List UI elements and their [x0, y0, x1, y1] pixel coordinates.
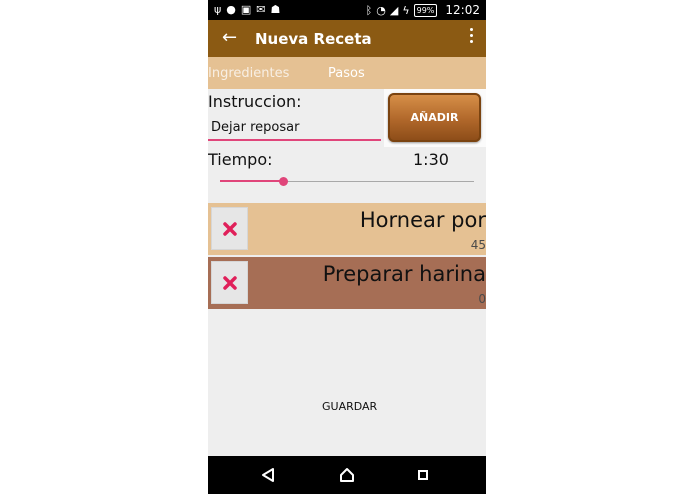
step-item[interactable]: Preparar harina 0 [208, 257, 486, 309]
android-icon: ☗ [270, 3, 281, 16]
usb-icon: ψ [214, 3, 222, 16]
nav-back-icon[interactable] [261, 467, 275, 483]
step-item[interactable]: Hornear por 45 [208, 203, 486, 255]
tiempo-value: 1:30 [413, 150, 449, 169]
close-icon [222, 221, 237, 236]
bluetooth-icon: ᛒ [365, 3, 373, 17]
system-icons: ᛒ ◔ ◢ ϟ 99% 12:02 [366, 3, 480, 17]
image-icon: ▣ [240, 3, 252, 16]
step-time: 45 [470, 238, 486, 252]
save-button[interactable]: GUARDAR [322, 400, 377, 413]
tab-pasos[interactable]: Pasos [328, 66, 365, 81]
clock: 12:02 [445, 3, 480, 17]
instruccion-underline [208, 139, 381, 141]
mail-icon: ✉ [256, 3, 266, 16]
delete-step-button[interactable] [211, 207, 248, 250]
add-step-button[interactable]: AÑADIR [388, 93, 481, 142]
messenger-icon: ● [226, 3, 236, 16]
tiempo-label: Tiempo: [208, 150, 273, 169]
arrow-left-icon[interactable]: ← [222, 27, 237, 48]
step-title: Preparar harina [322, 262, 486, 286]
signal-icon: ◢ [389, 3, 399, 17]
step-time: 0 [478, 292, 486, 306]
wifi-icon: ◔ [376, 3, 386, 17]
notification-icons: ψ ● ▣ ✉ ☗ [214, 3, 280, 16]
tiempo-slider-fill [220, 180, 284, 182]
overflow-menu-icon[interactable] [470, 28, 474, 43]
delete-step-button[interactable] [211, 261, 248, 304]
nav-home-icon[interactable] [339, 467, 355, 483]
battery-indicator: 99% [413, 3, 438, 17]
status-bar: ψ ● ▣ ✉ ☗ ᛒ ◔ ◢ ϟ 99% 12:02 [208, 0, 486, 20]
step-title: Hornear por [359, 208, 486, 232]
nav-recents-icon[interactable] [418, 470, 428, 480]
app-bar: ← Nueva Receta [208, 20, 486, 57]
instruccion-input[interactable]: Dejar reposar [211, 120, 299, 135]
charging-icon: ϟ [402, 3, 410, 17]
page-title: Nueva Receta [255, 30, 372, 48]
add-button-container: AÑADIR [384, 89, 486, 147]
phone-screen: ψ ● ▣ ✉ ☗ ᛒ ◔ ◢ ϟ 99% 12:02 ← Nueva Rece… [208, 0, 486, 494]
tab-ingredientes[interactable]: Ingredientes [208, 66, 289, 81]
instruccion-label: Instruccion: [208, 92, 302, 111]
tiempo-slider-thumb[interactable] [279, 177, 288, 186]
close-icon [222, 275, 237, 290]
navigation-bar [208, 456, 486, 494]
tab-bar: Ingredientes Pasos [208, 57, 486, 89]
